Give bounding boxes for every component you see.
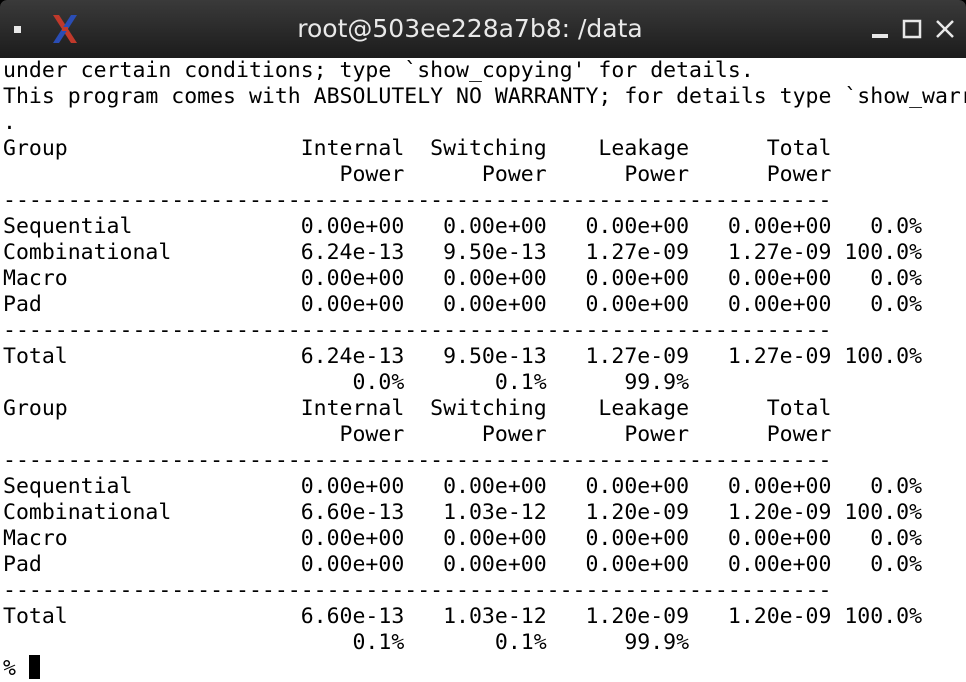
table-row: Sequential 0.00e+00 0.00e+00 0.00e+00 0.… (3, 214, 923, 239)
table-percent-row: 0.1% 0.1% 99.9% (3, 630, 690, 655)
table-total-row: Total 6.60e-13 1.03e-12 1.20e-09 1.20e-0… (3, 604, 923, 629)
table-header-line: Group Internal Switching Leakage Total (3, 396, 832, 421)
table-row: Pad 0.00e+00 0.00e+00 0.00e+00 0.00e+00 … (3, 292, 923, 317)
terminal-line: This program comes with ABSOLUTELY NO WA… (3, 84, 966, 109)
terminal-window: root@503ee228a7b8: /data under certain c… (0, 0, 966, 682)
separator-line: ----------------------------------------… (3, 188, 832, 213)
table-header-line: Power Power Power Power (3, 422, 832, 447)
table-percent-row: 0.0% 0.1% 99.9% (3, 370, 690, 395)
separator-line: ----------------------------------------… (3, 318, 832, 343)
close-icon[interactable] (933, 17, 957, 41)
text-cursor (29, 655, 40, 679)
table-row: Sequential 0.00e+00 0.00e+00 0.00e+00 0.… (3, 474, 923, 499)
table-row: Macro 0.00e+00 0.00e+00 0.00e+00 0.00e+0… (3, 266, 923, 291)
terminal-line: under certain conditions; type `show_cop… (3, 58, 754, 83)
separator-line: ----------------------------------------… (3, 578, 832, 603)
title-bar[interactable]: root@503ee228a7b8: /data (0, 0, 966, 58)
table-row: Combinational 6.24e-13 9.50e-13 1.27e-09… (3, 240, 923, 265)
table-row: Combinational 6.60e-13 1.03e-12 1.20e-09… (3, 500, 923, 525)
separator-line: ----------------------------------------… (3, 448, 832, 473)
maximize-icon[interactable] (900, 17, 924, 41)
minimize-icon[interactable] (868, 17, 892, 41)
terminal-line: . (3, 110, 16, 135)
window-title: root@503ee228a7b8: /data (297, 14, 643, 43)
x-logo-icon (53, 15, 77, 43)
table-header-line: Power Power Power Power (3, 162, 832, 187)
window-menu-icon[interactable] (14, 26, 21, 33)
table-row: Pad 0.00e+00 0.00e+00 0.00e+00 0.00e+00 … (3, 552, 923, 577)
table-row: Macro 0.00e+00 0.00e+00 0.00e+00 0.00e+0… (3, 526, 923, 551)
table-total-row: Total 6.24e-13 9.50e-13 1.27e-09 1.27e-0… (3, 344, 923, 369)
shell-prompt[interactable]: % (3, 656, 29, 682)
table-header-line: Group Internal Switching Leakage Total (3, 136, 832, 161)
